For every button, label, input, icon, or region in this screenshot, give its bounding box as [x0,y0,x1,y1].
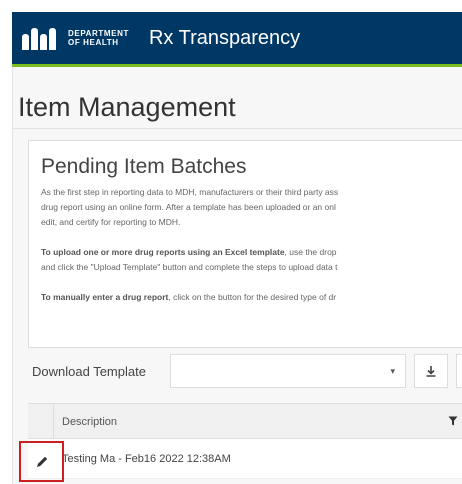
intro-line-2: drug report using an online form. After … [41,202,336,212]
table-row: Testing Ma - Feb16 2022 12:38AM [28,439,462,479]
edit-row-button[interactable] [19,441,64,482]
logo-line-2: OF HEALTH [68,38,119,47]
title-divider [12,128,462,129]
card-title: Pending Item Batches [41,155,247,178]
chevron-down-icon: ▾ [390,366,395,376]
app-navbar: DEPARTMENT OF HEALTH Rx Transparency [12,12,462,67]
upload-instructions-rest: , use the drop [284,247,337,257]
app-title[interactable]: Rx Transparency [149,27,300,50]
download-icon [426,366,436,377]
row-description: Testing Ma - Feb16 2022 12:38AM [62,453,231,465]
column-header-description[interactable]: Description [62,416,117,428]
mn-logo-icon [22,26,58,50]
logo-line-1: DEPARTMENT [68,29,129,38]
upload-instructions-line-2: and click the "Upload Template" button a… [41,262,338,272]
pencil-icon [36,456,47,467]
upload-instructions-line-1: To upload one or more drug reports using… [41,245,462,260]
action-column-header [28,404,54,440]
filter-icon[interactable] [448,416,458,426]
department-logo-text: DEPARTMENT OF HEALTH [68,29,129,47]
manual-entry-rest: , click on the button for the desired ty… [168,292,337,302]
intro-line-3: edit, and certify for reporting to MDH. [41,217,181,227]
pending-batches-card: Pending Item Batches As the first step i… [28,140,462,348]
manual-entry-bold: To manually enter a drug report [41,292,169,302]
page-title: Item Management [18,92,236,122]
download-template-select[interactable]: ▾ [170,354,406,388]
upload-instructions-bold: To upload one or more drug reports using… [41,247,285,257]
intro-line-1: As the first step in reporting data to M… [41,187,339,197]
grid-header: Description [28,403,462,440]
manual-entry-instructions: To manually enter a drug report, click o… [41,290,462,305]
upload-template-button[interactable] [456,354,462,388]
download-template-button[interactable] [414,354,448,388]
download-template-label: Download Template [32,364,146,379]
